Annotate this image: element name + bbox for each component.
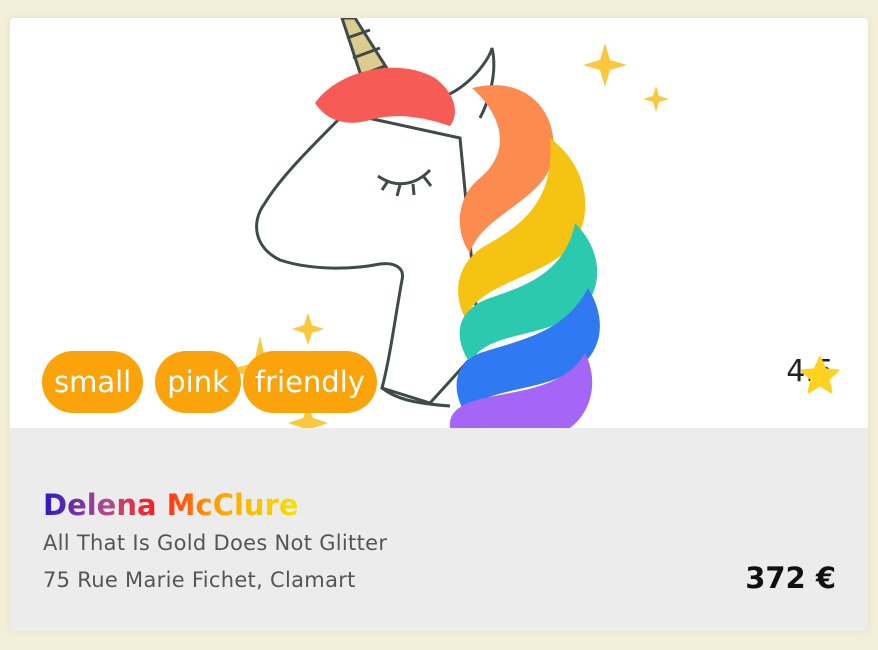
listing-price: 372 € <box>745 561 836 595</box>
listing-subtitle: All That Is Gold Does Not Glitter <box>43 531 388 555</box>
tag-list: small pink friendly <box>42 351 389 413</box>
tag-pink[interactable]: pink <box>155 351 241 413</box>
tag-friendly[interactable]: friendly <box>242 351 377 413</box>
unicorn-image: small pink friendly 4.5 <box>10 18 868 428</box>
tag-small[interactable]: small <box>42 351 144 413</box>
listing-name[interactable]: Delena McClure <box>43 488 299 522</box>
listing-address: 75 Rue Marie Fichet, Clamart <box>43 568 356 592</box>
star-icon <box>800 356 840 394</box>
rating: 4.5 <box>786 354 840 394</box>
listing-card[interactable]: small pink friendly 4.5 Delena McClure A… <box>10 18 868 631</box>
